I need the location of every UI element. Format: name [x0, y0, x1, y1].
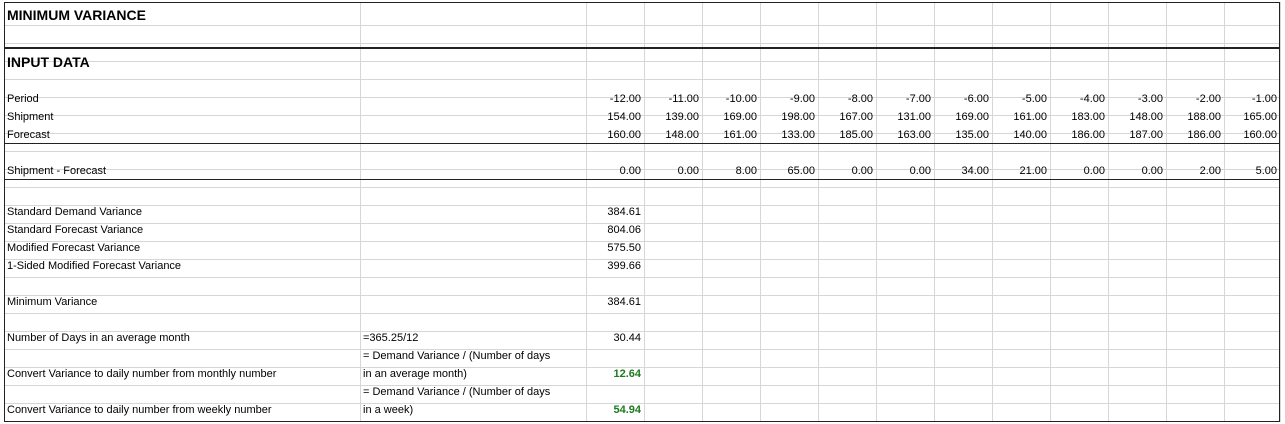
weekly-formula: = Demand Variance / (Number of days [363, 386, 551, 398]
period-value-cell: -6.00 [963, 93, 989, 105]
shipment-label: Shipment [7, 111, 54, 123]
diff-value-cell: 0.00 [619, 165, 641, 177]
monthly-daily-value: 12.64 [613, 368, 641, 380]
diff-value-cell: 34.00 [961, 165, 989, 177]
forecast-value-cell: 140.00 [1013, 129, 1047, 141]
forecast-value-cell: 187.00 [1129, 129, 1163, 141]
minimum-variance-label: Minimum Variance [7, 296, 98, 308]
diff-value-cell: 65.00 [787, 165, 815, 177]
shipment-value-cell: 161.00 [1013, 111, 1047, 123]
period-value-cell: -1.00 [1251, 93, 1277, 105]
grid-column-line [1280, 2, 1281, 422]
forecast-value-cell: 160.00 [607, 129, 641, 141]
period-value-cell: -2.00 [1195, 93, 1221, 105]
row-divider [4, 179, 1280, 180]
days-formula: =365.25/12 [363, 332, 419, 344]
variance-value: 399.66 [607, 260, 641, 272]
days-label: Number of Days in an average month [7, 332, 190, 344]
shipment-value-cell: 165.00 [1243, 111, 1277, 123]
period-value-cell: -4.00 [1079, 93, 1105, 105]
diff-value-cell: 0.00 [677, 165, 699, 177]
title-box [4, 2, 1280, 48]
monthly-formula: = Demand Variance / (Number of days [363, 350, 551, 362]
diff-label: Shipment - Forecast [7, 165, 107, 177]
period-value-cell: -9.00 [789, 93, 815, 105]
forecast-label: Forecast [7, 129, 50, 141]
diff-value-cell: 8.00 [735, 165, 757, 177]
period-value-cell: -12.00 [609, 93, 641, 105]
weekly-label: Convert Variance to daily number from we… [7, 404, 272, 416]
variance-label: Standard Forecast Variance [7, 224, 144, 236]
variance-label: Modified Forecast Variance [7, 242, 141, 254]
shipment-value-cell: 169.00 [723, 111, 757, 123]
shipment-value-cell: 139.00 [665, 111, 699, 123]
forecast-value-cell: 133.00 [781, 129, 815, 141]
diff-value-cell: 5.00 [1255, 165, 1277, 177]
period-label: Period [7, 93, 39, 105]
spreadsheet-grid[interactable]: MINIMUM VARIANCE INPUT DATA Period Shipm… [4, 2, 1281, 422]
weekly-daily-value: 54.94 [613, 404, 641, 416]
forecast-value-cell: 135.00 [955, 129, 989, 141]
shipment-value-cell: 188.00 [1187, 111, 1221, 123]
sheet-title: MINIMUM VARIANCE [7, 7, 146, 23]
minimum-variance-value: 384.61 [607, 296, 641, 308]
shipment-value-cell: 167.00 [839, 111, 873, 123]
variance-value: 804.06 [607, 224, 641, 236]
forecast-value-cell: 186.00 [1187, 129, 1221, 141]
shipment-value-cell: 169.00 [955, 111, 989, 123]
monthly-formula: in an average month) [363, 368, 467, 380]
forecast-value-cell: 161.00 [723, 129, 757, 141]
forecast-value-cell: 163.00 [897, 129, 931, 141]
shipment-value-cell: 154.00 [607, 111, 641, 123]
period-value-cell: -8.00 [847, 93, 873, 105]
diff-value-cell: 2.00 [1199, 165, 1221, 177]
input-data-header: INPUT DATA [7, 54, 90, 70]
period-value-cell: -7.00 [905, 93, 931, 105]
variance-label: Standard Demand Variance [7, 206, 142, 218]
forecast-value-cell: 186.00 [1071, 129, 1105, 141]
diff-value-cell: 0.00 [1083, 165, 1105, 177]
days-value: 30.44 [613, 332, 641, 344]
row-divider [4, 143, 1280, 144]
period-value-cell: -11.00 [668, 93, 699, 105]
period-value-cell: -3.00 [1137, 93, 1163, 105]
shipment-value-cell: 148.00 [1129, 111, 1163, 123]
variance-value: 575.50 [607, 242, 641, 254]
forecast-value-cell: 148.00 [665, 129, 699, 141]
shipment-value-cell: 131.00 [897, 111, 931, 123]
diff-value-cell: 21.00 [1019, 165, 1047, 177]
variance-label: 1-Sided Modified Forecast Variance [7, 260, 182, 272]
diff-value-cell: 0.00 [1141, 165, 1163, 177]
weekly-formula: in a week) [363, 404, 414, 416]
forecast-value-cell: 160.00 [1243, 129, 1277, 141]
variance-value: 384.61 [607, 206, 641, 218]
shipment-value-cell: 198.00 [781, 111, 815, 123]
monthly-label: Convert Variance to daily number from mo… [7, 368, 277, 380]
diff-value-cell: 0.00 [909, 165, 931, 177]
period-value-cell: -5.00 [1021, 93, 1047, 105]
diff-value-cell: 0.00 [851, 165, 873, 177]
period-value-cell: -10.00 [725, 93, 757, 105]
forecast-value-cell: 185.00 [839, 129, 873, 141]
shipment-value-cell: 183.00 [1071, 111, 1105, 123]
